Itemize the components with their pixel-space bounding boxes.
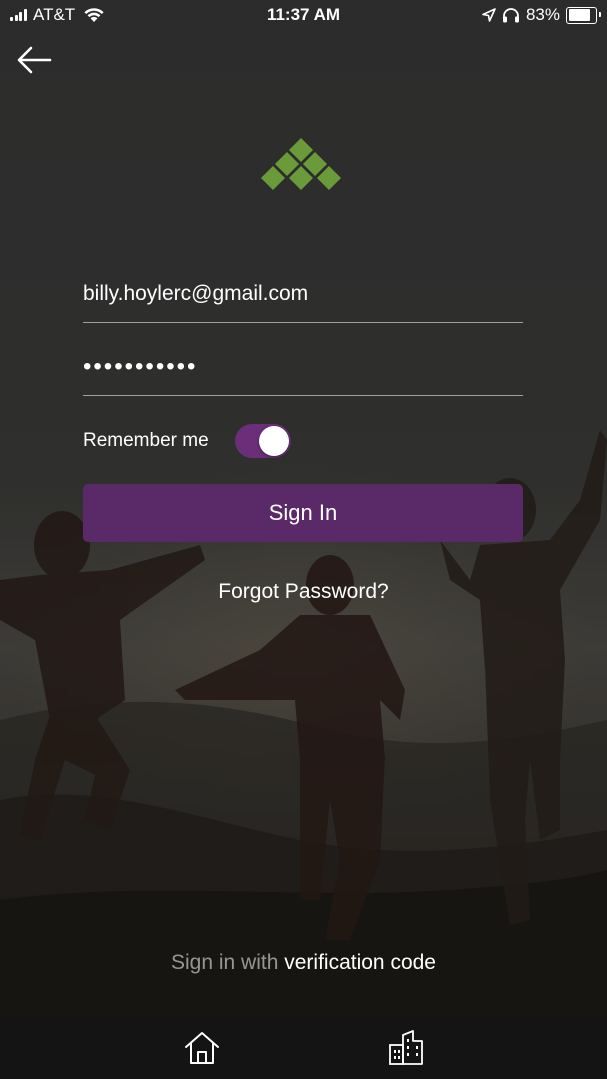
verification-prefix: Sign in with	[171, 951, 279, 974]
remember-me-row: Remember me	[83, 424, 291, 458]
toggle-knob	[258, 426, 289, 456]
back-button[interactable]	[14, 42, 54, 78]
remember-me-toggle[interactable]	[234, 424, 291, 458]
status-right: 83%	[482, 5, 601, 25]
password-field[interactable]	[83, 343, 523, 396]
status-bar: AT&T 11:37 AM 83%	[0, 0, 607, 32]
headphones-icon	[502, 8, 519, 23]
forgot-password-link[interactable]: Forgot Password?	[0, 580, 607, 604]
verification-code-link[interactable]: verification code	[284, 951, 436, 974]
battery-icon	[566, 6, 601, 24]
remember-me-label: Remember me	[83, 430, 209, 451]
bottom-nav-bar	[0, 1015, 607, 1079]
battery-percent: 83%	[525, 5, 560, 24]
buildings-icon	[389, 1030, 423, 1065]
home-icon	[185, 1032, 219, 1064]
company-logo-icon	[260, 138, 342, 191]
verification-code-row: Sign in with verification code	[0, 951, 607, 975]
arrow-left-icon	[17, 46, 52, 74]
sign-in-button[interactable]: Sign In	[83, 484, 523, 542]
email-field[interactable]	[83, 270, 523, 323]
battery-fill	[568, 9, 591, 21]
nav-home-button[interactable]	[182, 1029, 222, 1067]
email-input[interactable]	[83, 282, 523, 306]
location-icon	[482, 8, 496, 22]
nav-buildings-button[interactable]	[386, 1027, 426, 1067]
password-input[interactable]	[83, 353, 523, 381]
